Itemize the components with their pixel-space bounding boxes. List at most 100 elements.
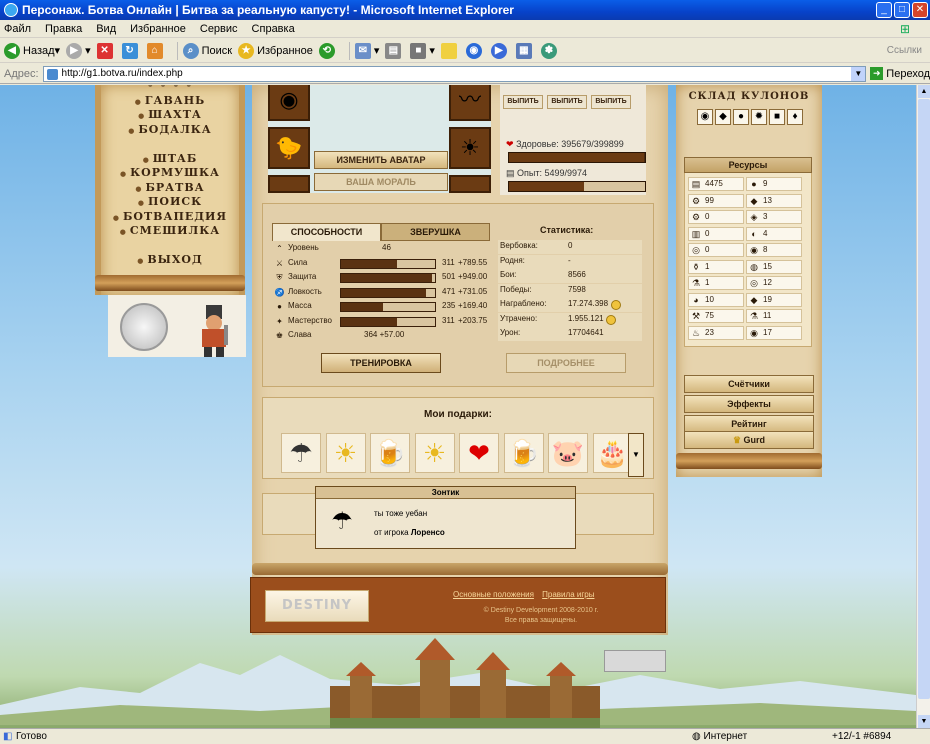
nav-item-clan[interactable]: ● БРАТВА — [101, 181, 239, 196]
menu-tools[interactable]: Сервис — [200, 23, 238, 35]
train-button[interactable]: ТРЕНИРОВКА — [321, 353, 441, 373]
resource-cell[interactable]: ♨ 23 — [688, 325, 744, 340]
nav-item-jokes[interactable]: ● СМЕШИЛКА — [101, 224, 239, 239]
resource-cell[interactable]: ◆ 13 — [746, 193, 802, 208]
nav-item-mine[interactable]: ● ШАХТА — [101, 108, 239, 123]
resource-cell[interactable]: ◉ 17 — [746, 325, 802, 340]
pig-icon[interactable]: 🐷 — [548, 433, 588, 473]
favorites-button[interactable]: ★ Избранное — [238, 42, 313, 59]
pendant-blue-icon[interactable]: ◉ — [697, 109, 713, 125]
footer-link-rules[interactable]: Правила игры — [542, 590, 594, 599]
print-button[interactable]: ▤ — [385, 42, 404, 59]
pendant-yellow-icon[interactable]: ◆ — [715, 109, 731, 125]
nav-item-wiki[interactable]: ● БОТВАПЕДИЯ — [101, 210, 239, 225]
clan-button[interactable]: ♛ Gurd — [684, 431, 814, 449]
links-button[interactable]: Ссылки — [887, 45, 922, 56]
item-slot[interactable]: ☀ — [449, 127, 491, 169]
nav-item-arena[interactable]: ● БОДАЛКА — [101, 123, 239, 138]
drink-button[interactable]: ВЫПИТЬ — [591, 95, 631, 109]
nav-item-search[interactable]: ● ПОИСК — [101, 195, 239, 210]
network-button[interactable]: ✽ — [540, 42, 560, 59]
notes-button[interactable] — [440, 42, 460, 59]
nav-item-hq[interactable]: ● ШТАБ — [101, 152, 239, 167]
menu-favorites[interactable]: Избранное — [130, 23, 186, 35]
menu-view[interactable]: Вид — [96, 23, 116, 35]
pendant-light-icon[interactable]: ♦ — [787, 109, 803, 125]
resource-cell[interactable]: ◕ 10 — [688, 292, 744, 307]
tab-abilities[interactable]: СПОСОБНОСТИ — [272, 223, 381, 241]
nav-item-feeder[interactable]: ● КОРМУШКА — [101, 166, 239, 181]
resource-cell[interactable]: ⚗ 11 — [746, 309, 802, 323]
resource-cell[interactable]: ◆ 19 — [746, 292, 802, 307]
pendant-dark-icon[interactable]: ■ — [769, 109, 785, 125]
resource-cell[interactable]: ◎ 0 — [688, 243, 744, 257]
resource-cell[interactable]: ⚙ 0 — [688, 210, 744, 224]
resource-cell[interactable]: ⚙ 99 — [688, 193, 744, 208]
resource-cell[interactable]: ▤ 4475 — [688, 177, 744, 191]
pendant-red-icon[interactable]: ● — [733, 109, 749, 125]
mug-icon[interactable]: 🍺 — [503, 433, 544, 473]
menu-edit[interactable]: Правка — [45, 23, 82, 35]
research-button[interactable]: ▦ — [515, 42, 535, 59]
pendant-fire-icon[interactable]: ✹ — [751, 109, 767, 125]
history-button[interactable]: ⟲ — [318, 42, 338, 59]
effects-button[interactable]: Эффекты — [684, 395, 814, 413]
mail-button[interactable]: ✉ ▾ — [354, 42, 379, 59]
tab-pet[interactable]: ЗВЕРУШКА — [381, 223, 490, 241]
messenger-button[interactable]: ◉ — [465, 42, 485, 59]
umbrella-icon[interactable]: ☂ — [281, 433, 321, 473]
destiny-logo[interactable]: DESTINY — [265, 590, 369, 622]
cake-icon[interactable]: 🎂 — [592, 433, 633, 473]
footer-link-terms[interactable]: Основные положения — [453, 590, 534, 599]
item-slot[interactable]: 🐤 — [268, 127, 310, 169]
menu-file[interactable]: Файл — [4, 23, 31, 35]
mug-icon[interactable]: 🍺 — [370, 433, 410, 473]
edit-button[interactable]: ■ ▾ — [410, 42, 435, 59]
search-button[interactable]: ⌕ Поиск — [182, 42, 232, 59]
address-input[interactable]: http://g1.botva.ru/index.php ▼ — [42, 65, 867, 82]
change-avatar-button[interactable]: ИЗМЕНИТЬ АВАТАР — [314, 151, 448, 169]
resource-cell[interactable]: ▥ 0 — [688, 226, 744, 241]
address-dropdown[interactable]: ▼ — [851, 66, 866, 81]
drink-button[interactable]: ВЫПИТЬ — [503, 95, 543, 109]
scroll-down-button[interactable]: ▼ — [918, 715, 930, 728]
details-button[interactable]: ПОДРОБНЕЕ — [506, 353, 626, 373]
forward-button[interactable]: ▶ ▾ — [66, 42, 91, 59]
bear-sun-icon[interactable]: ☀ — [414, 433, 455, 473]
item-slot[interactable]: 〰 — [449, 85, 491, 121]
vertical-scrollbar[interactable]: ▲ ▼ — [916, 85, 930, 728]
resource-cell[interactable]: ◈ 3 — [746, 210, 802, 224]
resource-cell[interactable]: ⚒ 75 — [688, 309, 744, 323]
stop-button[interactable]: ✕ — [96, 42, 116, 59]
bear-sun-icon[interactable]: ☀ — [325, 433, 366, 473]
morale-button[interactable]: ВАША МОРАЛЬ — [314, 173, 448, 191]
item-slot[interactable] — [268, 175, 310, 193]
counters-button[interactable]: Счётчики — [684, 375, 814, 393]
resource-cell[interactable]: ⚗ 1 — [688, 276, 744, 290]
site-counter-badge[interactable] — [604, 650, 666, 672]
close-button[interactable]: ✕ — [912, 2, 928, 18]
item-slot[interactable]: ◉ — [268, 85, 310, 121]
resource-cell[interactable]: ⚱ 1 — [688, 259, 744, 274]
resource-cell[interactable]: ◎ 12 — [746, 276, 802, 290]
resource-cell[interactable]: ● 9 — [746, 177, 802, 191]
gifts-scroll-down-button[interactable]: ▼ — [628, 433, 644, 477]
back-button[interactable]: ◀ Назад ▾ — [4, 42, 60, 59]
refresh-button[interactable]: ↻ — [121, 42, 141, 59]
minimize-button[interactable]: _ — [876, 2, 892, 18]
scroll-up-button[interactable]: ▲ — [918, 85, 930, 98]
maximize-button[interactable]: □ — [894, 2, 910, 18]
resource-cell[interactable]: ◉ 8 — [746, 243, 802, 257]
menu-help[interactable]: Справка — [252, 23, 295, 35]
home-button[interactable]: ⌂ — [146, 42, 166, 59]
resource-cell[interactable]: ◐ 4 — [746, 226, 802, 241]
heart-icon[interactable]: ❤ — [459, 433, 499, 473]
nav-item-exit[interactable]: ● ВЫХОД — [101, 253, 239, 268]
item-slot[interactable] — [449, 175, 491, 193]
go-button[interactable]: ➜ Переход — [870, 67, 930, 80]
resource-cell[interactable]: ◍ 15 — [746, 259, 802, 274]
nav-item-harbor[interactable]: ● ГАВАНЬ — [101, 94, 239, 109]
media-button[interactable]: ▶ — [490, 42, 510, 59]
scroll-thumb[interactable] — [918, 99, 930, 699]
drink-button[interactable]: ВЫПИТЬ — [547, 95, 587, 109]
